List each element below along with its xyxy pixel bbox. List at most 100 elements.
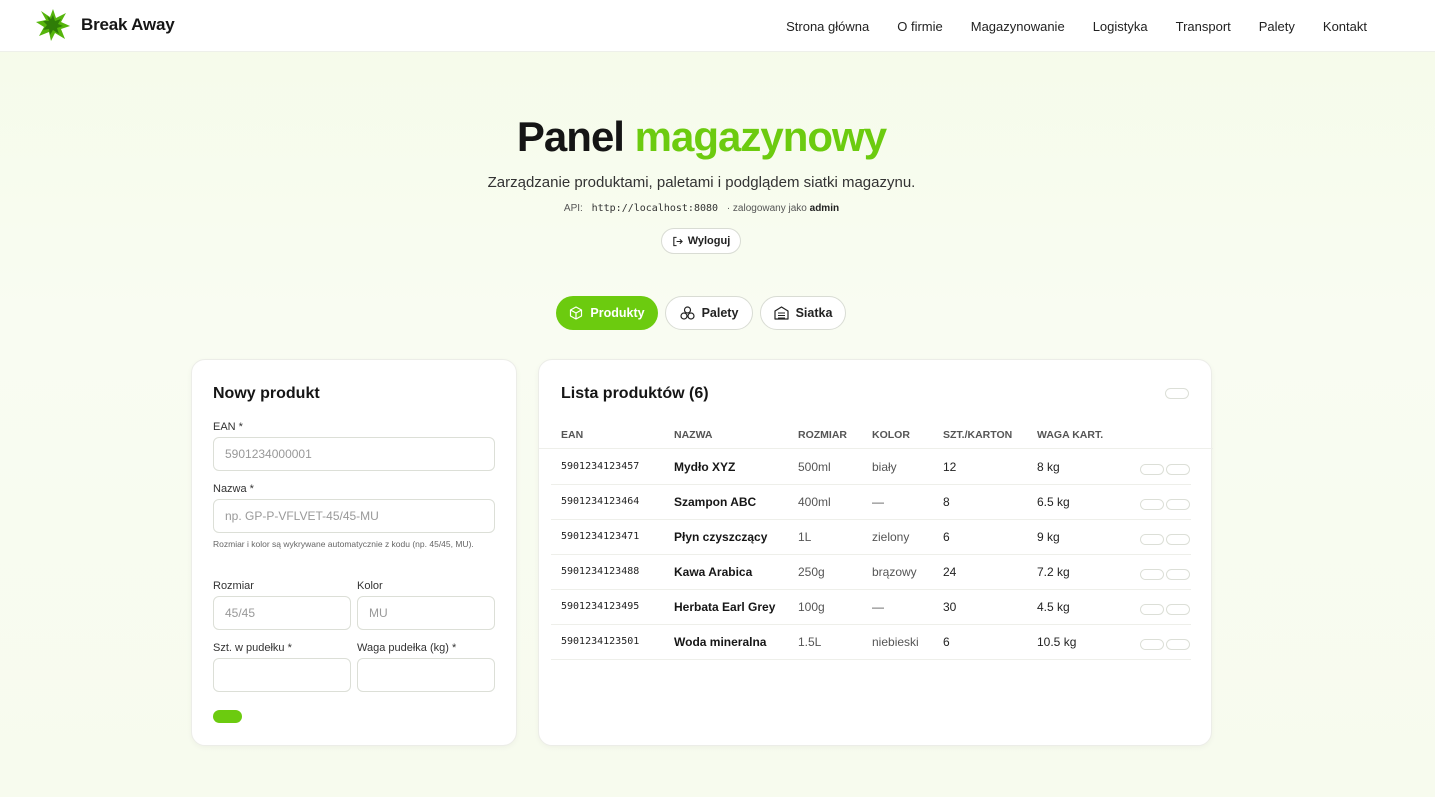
cell-weight: 7.2 kg: [1037, 565, 1070, 579]
delete-button[interactable]: [1166, 569, 1190, 580]
add-product-button[interactable]: [213, 710, 242, 723]
cell-name: Herbata Earl Grey: [674, 600, 776, 614]
cell-size: 400ml: [798, 495, 831, 509]
edit-button[interactable]: [1140, 604, 1164, 615]
table-header: EAN NAZWA ROZMIAR KOLOR SZT./KARTON WAGA…: [539, 427, 1213, 449]
brand[interactable]: Break Away: [35, 8, 175, 42]
table-row: 5901234123501 Woda mineralna 1.5L niebie…: [551, 625, 1191, 660]
edit-button[interactable]: [1140, 639, 1164, 650]
nav-home[interactable]: Strona główna: [786, 19, 869, 34]
cell-qty: 12: [943, 460, 957, 474]
new-product-card: Nowy produkt EAN * 5901234000001 Nazwa *…: [191, 359, 517, 746]
nav-contact[interactable]: Kontakt: [1323, 19, 1367, 34]
name-input[interactable]: np. GP-P-VFLVET-45/45-MU: [213, 499, 495, 533]
cell-color: zielony: [872, 530, 910, 544]
cell-ean: 5901234123471: [561, 531, 640, 542]
table-row: 5901234123488 Kawa Arabica 250g brązowy …: [551, 555, 1191, 590]
weight-input[interactable]: [357, 658, 495, 692]
col-ean: EAN: [561, 429, 584, 441]
refresh-button[interactable]: [1165, 388, 1189, 399]
qty-input[interactable]: [213, 658, 351, 692]
delete-button[interactable]: [1166, 639, 1190, 650]
cell-qty: 8: [943, 495, 950, 509]
api-label: API:: [563, 203, 583, 214]
logged-as-text: · zalogowany jako: [726, 203, 807, 214]
col-color: KOLOR: [872, 429, 910, 441]
size-label: Rozmiar: [213, 580, 254, 592]
warehouse-icon: [773, 306, 789, 320]
ean-input[interactable]: 5901234000001: [213, 437, 495, 471]
cell-name: Woda mineralna: [674, 635, 767, 649]
edit-button[interactable]: [1140, 534, 1164, 545]
cell-color: niebieski: [872, 635, 919, 649]
size-input[interactable]: 45/45: [213, 596, 351, 630]
main-nav: Strona główna O firmie Magazynowanie Log…: [786, 0, 1367, 52]
nav-logistics[interactable]: Logistyka: [1093, 19, 1148, 34]
cell-ean: 5901234123457: [561, 461, 640, 472]
page-title: Panel magazynowy: [0, 113, 1403, 161]
delete-button[interactable]: [1166, 534, 1190, 545]
table-row: 5901234123495 Herbata Earl Grey 100g — 3…: [551, 590, 1191, 625]
cell-color: biały: [872, 460, 897, 474]
cell-size: 100g: [798, 600, 825, 614]
cell-weight: 10.5 kg: [1037, 635, 1077, 649]
tab-pallets[interactable]: Palety: [665, 296, 753, 330]
cell-name: Kawa Arabica: [674, 565, 753, 579]
cell-qty: 6: [943, 530, 950, 544]
tab-products-label: Produkty: [590, 306, 645, 320]
delete-button[interactable]: [1166, 464, 1190, 475]
col-qty: SZT./KARTON: [943, 429, 1013, 441]
cell-name: Mydło XYZ: [674, 460, 736, 474]
table-row: 5901234123464 Szampon ABC 400ml — 8 6.5 …: [551, 485, 1191, 520]
table-row: 5901234123457 Mydło XYZ 500ml biały 12 8…: [551, 450, 1191, 485]
cell-qty: 24: [943, 565, 957, 579]
page-title-accent: magazynowy: [634, 113, 887, 160]
logout-icon: [672, 236, 683, 246]
tab-grid[interactable]: Siatka: [760, 296, 846, 330]
delete-button[interactable]: [1166, 499, 1190, 510]
nav-transport[interactable]: Transport: [1176, 19, 1231, 34]
cell-ean: 5901234123464: [561, 496, 640, 507]
cell-size: 250g: [798, 565, 825, 579]
cell-ean: 5901234123495: [561, 601, 640, 612]
edit-button[interactable]: [1140, 569, 1164, 580]
delete-button[interactable]: [1166, 604, 1190, 615]
cell-ean: 5901234123501: [561, 636, 640, 647]
tab-products[interactable]: Produkty: [556, 296, 658, 330]
col-name: NAZWA: [674, 429, 713, 441]
edit-button[interactable]: [1140, 464, 1164, 475]
tab-pallets-label: Palety: [701, 306, 739, 320]
edit-button[interactable]: [1140, 499, 1164, 510]
weight-label: Waga pudełka (kg) *: [357, 642, 457, 654]
cell-name: Płyn czyszczący: [674, 530, 768, 544]
ean-label: EAN *: [213, 421, 243, 433]
name-label: Nazwa *: [213, 483, 254, 495]
star-leaf-logo-icon: [36, 9, 70, 41]
logout-label: Wyloguj: [687, 235, 731, 247]
nav-warehousing[interactable]: Magazynowanie: [971, 19, 1065, 34]
auto-detect-hint: Rozmiar i kolor są wykrywane automatyczn…: [213, 539, 474, 549]
color-input[interactable]: MU: [357, 596, 495, 630]
cell-size: 1L: [798, 530, 812, 544]
api-url: http://localhost:8080: [591, 203, 719, 214]
cell-weight: 8 kg: [1037, 460, 1060, 474]
product-list-card: Lista produktów (6) EAN NAZWA ROZMIAR KO…: [538, 359, 1213, 746]
nav-about[interactable]: O firmie: [897, 19, 943, 34]
page-subtitle: Zarządzanie produktami, paletami i podgl…: [487, 174, 916, 191]
logout-button[interactable]: Wyloguj: [661, 228, 741, 254]
col-weight: WAGA KART.: [1037, 429, 1104, 441]
color-label: Kolor: [357, 580, 383, 592]
box-icon: [570, 306, 583, 320]
cell-size: 1.5L: [798, 635, 822, 649]
nav-pallets[interactable]: Palety: [1259, 19, 1295, 34]
cell-ean: 5901234123488: [561, 566, 640, 577]
table-row: 5901234123471 Płyn czyszczący 1L zielony…: [551, 520, 1191, 555]
product-list-title: Lista produktów (6): [561, 385, 709, 402]
cell-qty: 30: [943, 600, 957, 614]
cell-name: Szampon ABC: [674, 495, 757, 509]
new-product-title: Nowy produkt: [213, 385, 320, 402]
page-title-main: Panel: [516, 113, 625, 160]
brand-name: Break Away: [81, 15, 175, 34]
username: admin: [809, 203, 840, 214]
api-status: API: http://localhost:8080 · zalogowany …: [0, 203, 1403, 214]
